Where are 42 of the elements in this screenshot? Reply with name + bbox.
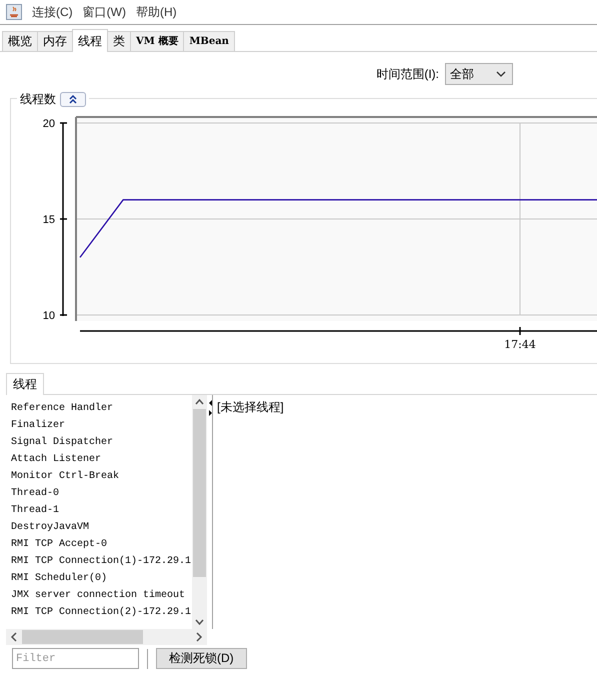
y-tick-label: 20 — [42, 118, 55, 130]
thread-list-item[interactable]: RMI Scheduler(0) — [11, 570, 192, 587]
tab[interactable]: 线程 — [6, 373, 44, 395]
menu-item[interactable]: 连接(C) — [32, 3, 73, 21]
tab[interactable]: 概览 — [2, 31, 38, 51]
splitter-arrows-icon[interactable] — [208, 399, 213, 417]
thread-list-item[interactable]: RMI TCP Accept-0 — [11, 536, 192, 553]
thread-list-item[interactable]: Thread-0 — [11, 485, 192, 502]
vertical-scrollbar[interactable] — [192, 395, 207, 629]
thread-list-item[interactable]: JMX server connection timeout — [11, 587, 192, 604]
time-range-dropdown[interactable]: 全部 — [445, 63, 513, 85]
thread-list-item[interactable]: RMI TCP Connection(2)-172.29.1 — [11, 604, 192, 621]
detail-text: [未选择线程] — [216, 399, 285, 416]
tab[interactable]: MBean — [183, 31, 235, 51]
x-tick-label: 17:44 — [504, 338, 536, 351]
tab[interactable]: 类 — [107, 31, 131, 51]
collapse-button[interactable] — [60, 92, 86, 106]
scrollbar-thumb[interactable] — [193, 409, 206, 577]
horizontal-scrollbar[interactable] — [6, 629, 207, 645]
thread-list-item[interactable]: Thread-1 — [11, 502, 192, 519]
detect-deadlock-button[interactable]: 检测死锁(D) — [156, 648, 247, 669]
time-range-label: 时间范围(I): — [376, 66, 439, 83]
scrollbar-thumb[interactable] — [22, 630, 143, 644]
thread-list-item[interactable]: DestroyJavaVM — [11, 519, 192, 536]
thread-list-item[interactable]: RMI TCP Connection(1)-172.29.1 — [11, 553, 192, 570]
thread-list-item[interactable]: Signal Dispatcher — [11, 434, 192, 451]
thread-list-item[interactable]: Attach Listener — [11, 451, 192, 468]
filter-field[interactable]: Filter — [12, 648, 139, 669]
tab[interactable]: 线程 — [72, 29, 108, 52]
menu-item[interactable]: 窗口(W) — [82, 3, 126, 21]
menu-item[interactable]: 帮助(H) — [136, 3, 177, 21]
y-tick-label: 10 — [42, 310, 55, 322]
y-tick-label: 15 — [42, 214, 55, 226]
tab[interactable]: VM 概要 — [130, 31, 184, 51]
double-chevron-up-icon — [68, 94, 78, 104]
caret-icon — [496, 71, 506, 77]
tab[interactable]: 内存 — [37, 31, 73, 51]
app-icon — [6, 4, 22, 20]
thread-list-item[interactable]: Finalizer — [11, 417, 192, 434]
panel-title: 线程数 — [20, 91, 56, 108]
thread-list-item[interactable]: Reference Handler — [11, 400, 192, 417]
thread-list-item[interactable]: Monitor Ctrl-Break — [11, 468, 192, 485]
